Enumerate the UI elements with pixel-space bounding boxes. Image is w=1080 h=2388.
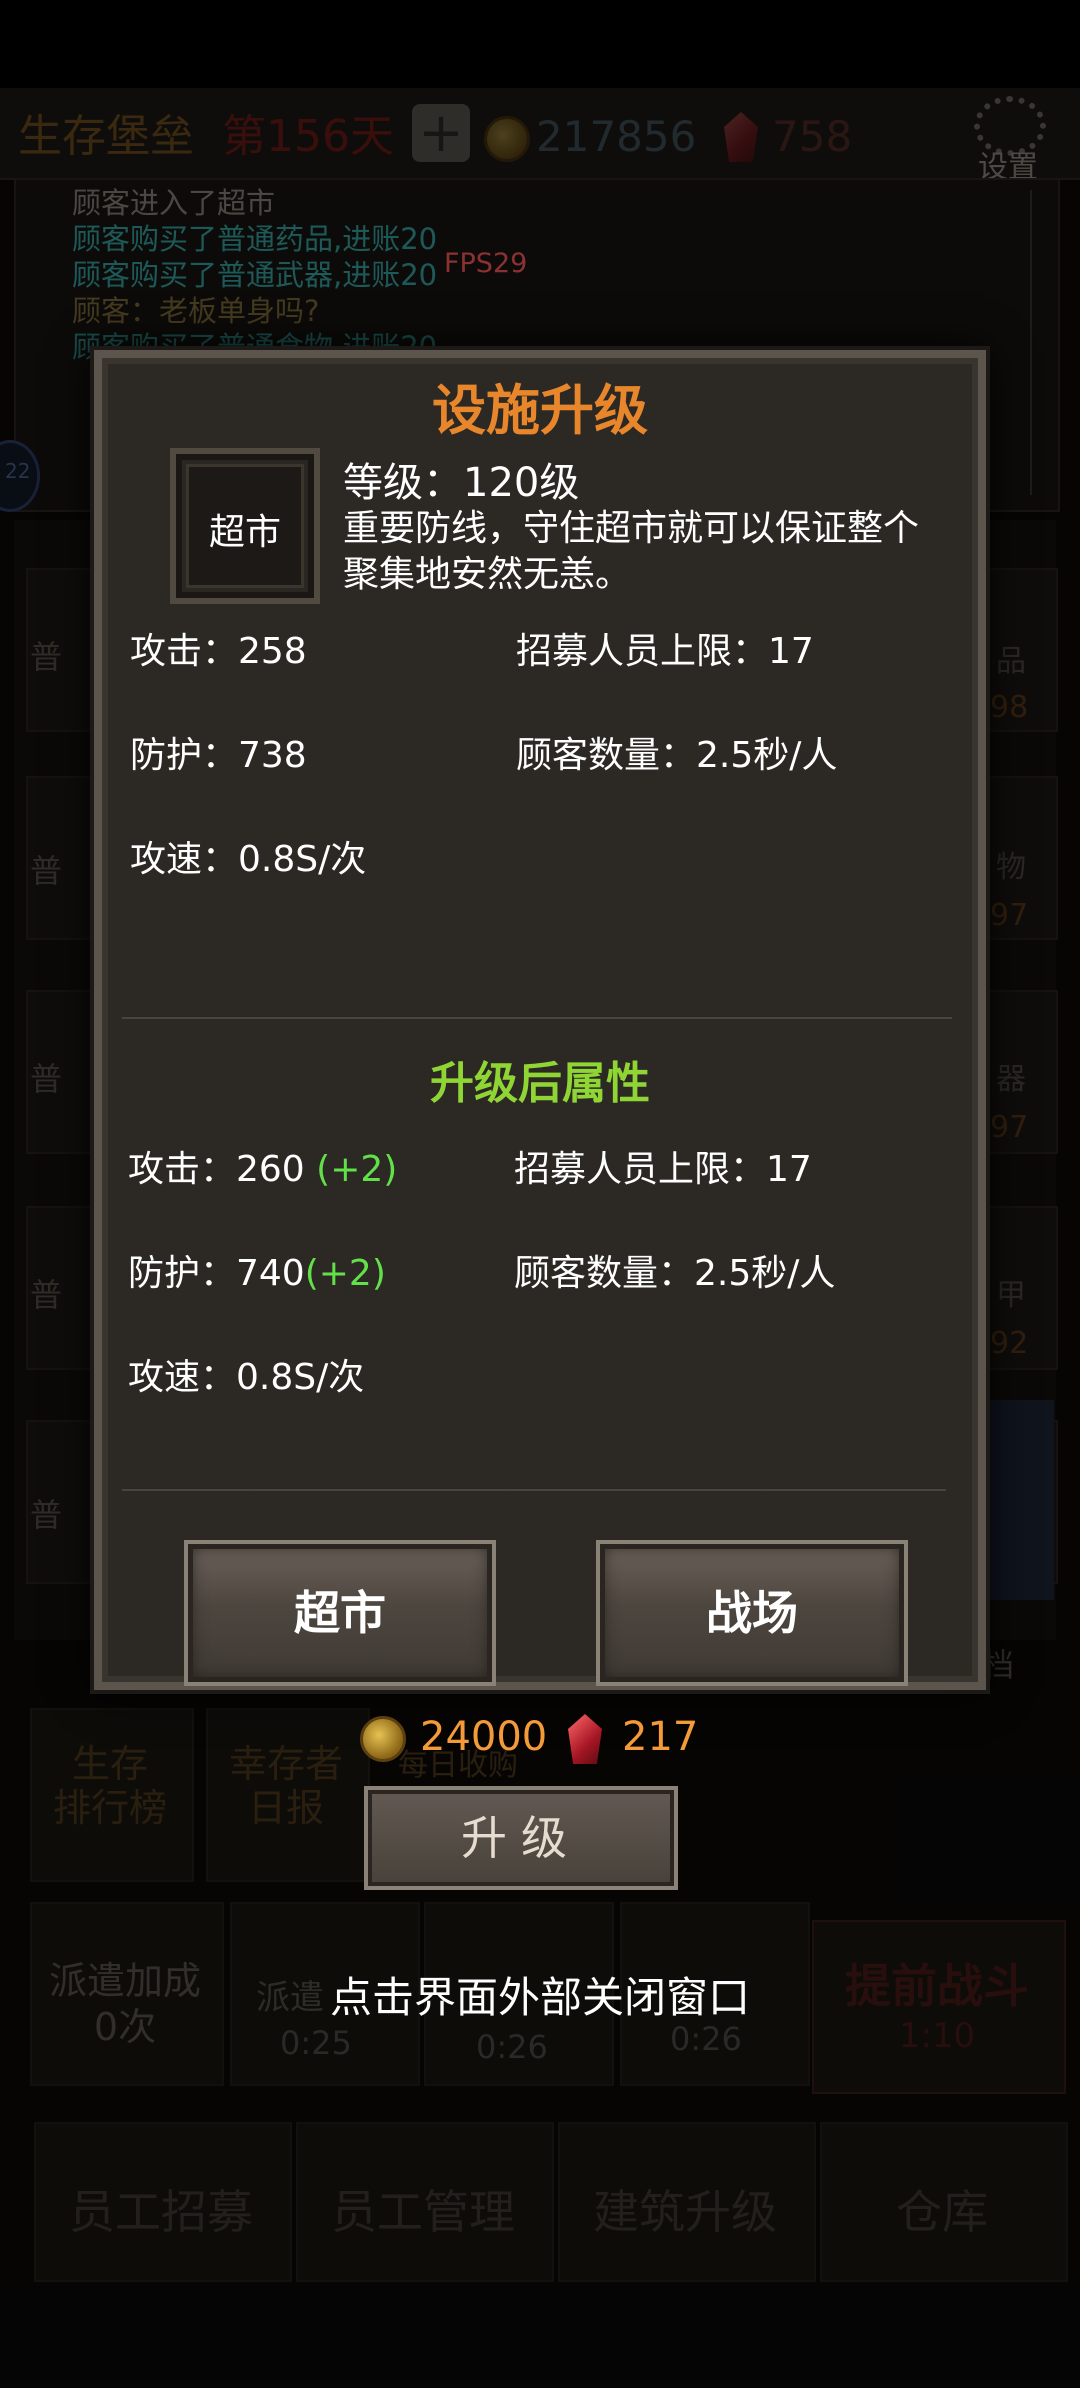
facility-description: 重要防线，守住超市就可以保证整个聚集地安然无恙。: [343, 508, 920, 595]
after-attack-speed: 攻速：0.8S/次: [128, 1357, 365, 1398]
after-upgrade-title: 升级后属性: [430, 1058, 650, 1109]
upgrade-button[interactable]: 升级: [364, 1786, 678, 1890]
current-recruit-limit: 招募人员上限：17: [516, 631, 814, 672]
close-hint: 点击界面外部关闭窗口: [329, 1973, 750, 2022]
after-recruit-limit: 招募人员上限：17: [514, 1149, 812, 1190]
gem-cost: 217: [622, 1714, 699, 1760]
facility-name: 超市: [208, 512, 281, 553]
gold-coin-icon: [360, 1716, 406, 1762]
facility-level: 等级：120级: [343, 460, 580, 506]
current-attack-speed: 攻速：0.8S/次: [130, 839, 367, 880]
after-defense: 防护：740(+2): [128, 1244, 386, 1296]
current-customers: 顾客数量：2.5秒/人: [516, 735, 838, 776]
after-attack: 攻击：260 (+2): [128, 1140, 397, 1192]
current-defense: 防护：738: [130, 735, 307, 776]
dialog-title: 设施升级: [432, 379, 648, 442]
battlefield-button[interactable]: 战场: [596, 1540, 908, 1686]
divider: [122, 1488, 946, 1492]
supermarket-button[interactable]: 超市: [184, 1540, 496, 1686]
after-defense-value: 防护：740: [128, 1253, 305, 1294]
after-attack-plus: (+2): [316, 1149, 398, 1190]
after-defense-plus: (+2): [304, 1253, 386, 1294]
current-attack: 攻击：258: [130, 631, 307, 672]
after-customers: 顾客数量：2.5秒/人: [514, 1253, 836, 1294]
after-attack-value: 攻击：260: [128, 1149, 317, 1190]
gold-cost: 24000: [420, 1714, 548, 1760]
divider: [122, 1016, 952, 1020]
